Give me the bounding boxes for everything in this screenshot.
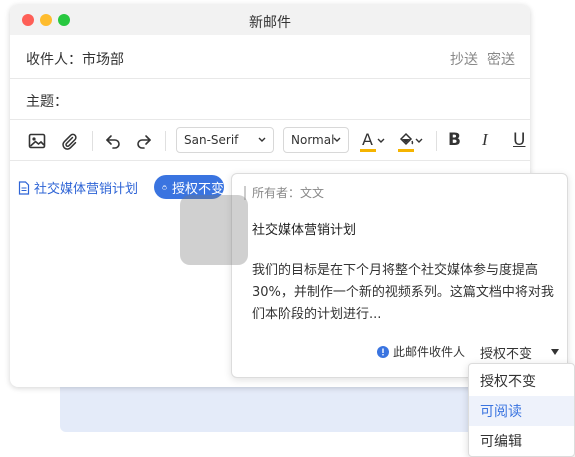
- window-title: 新邮件: [249, 15, 291, 31]
- attachment-preview-popup: 所有者：文文 社交媒体营销计划 我们的目标是在下个月将整个社交媒体参与度提高30…: [231, 173, 568, 378]
- title-bar: 新邮件: [10, 5, 530, 35]
- watermark-logo: [180, 195, 248, 265]
- recipient-value: 市场部: [82, 52, 124, 68]
- toolbar-divider: [436, 131, 437, 151]
- insert-image-icon[interactable]: [26, 129, 48, 153]
- recipient-row[interactable]: 收件人：市场部 抄送 密送: [10, 37, 530, 79]
- underline-button[interactable]: U: [513, 130, 525, 150]
- subject-label: 主题：: [26, 94, 68, 110]
- cc-button[interactable]: 抄送: [450, 49, 478, 69]
- permission-dropdown: 授权不变 可阅读 可编辑: [468, 363, 575, 457]
- paint-bucket-icon: [398, 130, 414, 152]
- document-excerpt: 我们的目标是在下个月将整个社交媒体参与度提高30%，并制作一个新的视频系列。这篇…: [252, 263, 554, 322]
- document-icon: [18, 180, 30, 195]
- chevron-down-icon: [333, 137, 341, 142]
- permission-select[interactable]: 授权不变: [480, 343, 532, 362]
- attachment-link[interactable]: 社交媒体营销计划: [18, 178, 138, 197]
- font-family-value: San-Serif: [184, 133, 239, 147]
- permission-option-unchanged[interactable]: 授权不变: [469, 366, 574, 396]
- info-icon: [377, 345, 389, 358]
- text-color-icon: A: [360, 130, 376, 152]
- toolbar-divider: [92, 131, 93, 151]
- bold-button[interactable]: B: [448, 130, 461, 150]
- permission-option-edit[interactable]: 可编辑: [469, 426, 574, 456]
- attachment-name: 社交媒体营销计划: [34, 182, 139, 197]
- subject-row[interactable]: 主题：: [10, 80, 530, 120]
- chevron-down-icon: [258, 137, 266, 142]
- lock-icon: [162, 184, 167, 190]
- recipient-field[interactable]: 收件人：市场部: [26, 49, 124, 69]
- caret-down-icon[interactable]: [550, 347, 560, 357]
- undo-icon[interactable]: [103, 129, 123, 153]
- font-family-select[interactable]: San-Serif: [176, 127, 274, 153]
- chevron-down-icon: [415, 138, 423, 143]
- editor-toolbar: San-Serif Normal A B I U: [10, 121, 530, 161]
- recipient-note-label: 此邮件收件人: [393, 345, 466, 359]
- italic-button[interactable]: I: [482, 130, 488, 150]
- text-color-button[interactable]: A: [360, 129, 392, 153]
- recipient-note: 此邮件收件人: [377, 343, 465, 360]
- bcc-button[interactable]: 密送: [487, 49, 515, 69]
- permission-option-read[interactable]: 可阅读: [469, 396, 574, 426]
- chevron-down-icon: [377, 138, 385, 143]
- highlight-color-button[interactable]: [398, 129, 430, 153]
- attachment-paperclip-icon[interactable]: [58, 129, 80, 153]
- toolbar-divider: [165, 131, 166, 151]
- owner-label: 所有者：文文: [252, 186, 325, 200]
- document-title: 社交媒体营销计划: [252, 223, 357, 238]
- redo-icon[interactable]: [134, 129, 154, 153]
- authorization-pill-label: 授权不变: [171, 181, 224, 197]
- font-size-value: Normal: [291, 133, 335, 147]
- recipient-label: 收件人：: [26, 52, 82, 68]
- font-size-select[interactable]: Normal: [283, 127, 349, 153]
